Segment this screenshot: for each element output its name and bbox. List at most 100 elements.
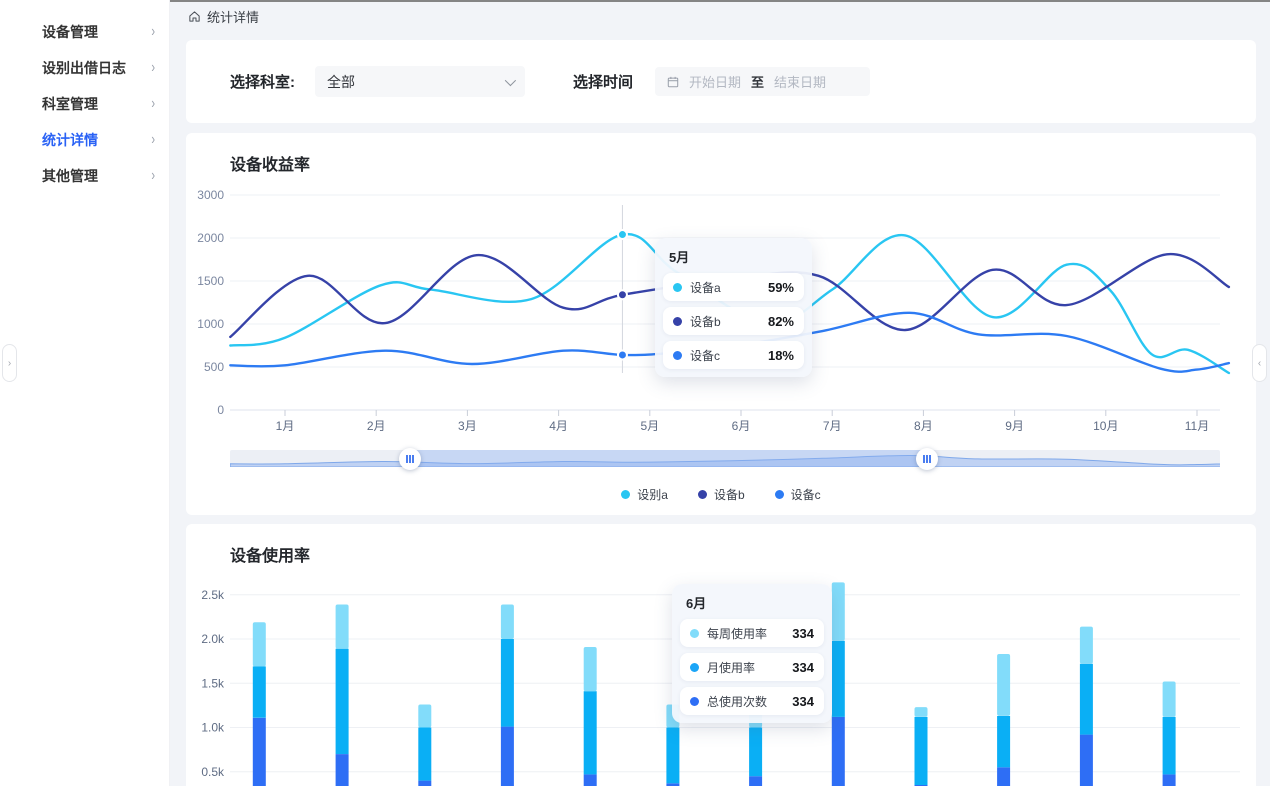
sidebar-item-3[interactable]: 科室管理 › bbox=[0, 86, 169, 122]
line-chart-legend: 设别a 设备b 设备c bbox=[186, 486, 1256, 503]
series-dot-icon bbox=[690, 697, 699, 706]
tooltip-series-label: 设备a bbox=[690, 279, 721, 296]
tooltip-row: 月使用率 334 bbox=[680, 653, 824, 681]
window-top-edge bbox=[170, 0, 1270, 2]
tooltip-series-label: 设备b bbox=[690, 313, 721, 330]
brush-selected-range[interactable] bbox=[410, 450, 927, 467]
svg-text:1500: 1500 bbox=[197, 274, 224, 288]
svg-text:9月: 9月 bbox=[1005, 419, 1024, 433]
sidebar-item-label: 统计详情 bbox=[42, 130, 98, 150]
tooltip-series-label: 月使用率 bbox=[707, 659, 755, 676]
sidebar-nav: 设备管理 › 设别出借日志 › 科室管理 › 统计详情 › 其他管理 › bbox=[0, 14, 169, 194]
svg-text:0: 0 bbox=[217, 403, 224, 417]
start-date-input[interactable]: 开始日期 bbox=[689, 72, 741, 91]
tooltip-series-value: 59% bbox=[768, 280, 794, 295]
tooltip-row: 总使用次数334 bbox=[680, 687, 824, 715]
tooltip-header: 5月 bbox=[669, 247, 804, 266]
svg-text:1.5k: 1.5k bbox=[201, 676, 225, 690]
department-select-value: 全部 bbox=[327, 72, 355, 92]
tooltip-row: 设备a 59% bbox=[663, 273, 804, 301]
bar-chart-tooltip: 6月 每周使用率 334 月使用率 334 总使用次数334 bbox=[672, 584, 832, 723]
chevron-right-icon: › bbox=[151, 132, 155, 149]
series-dot-icon bbox=[673, 317, 682, 326]
chevron-right-icon: › bbox=[151, 168, 155, 185]
line-chart-tooltip: 5月 设备a 59% 设备b 82% 设备c 18% bbox=[655, 238, 812, 377]
svg-text:2月: 2月 bbox=[367, 419, 386, 433]
breadcrumb-title: 统计详情 bbox=[207, 7, 259, 26]
data-zoom-brush[interactable] bbox=[230, 450, 1220, 467]
legend-item-1[interactable]: 设别a bbox=[621, 486, 668, 503]
svg-text:2.0k: 2.0k bbox=[201, 632, 225, 646]
chevron-right-icon: › bbox=[151, 24, 155, 41]
legend-dot-icon bbox=[775, 490, 784, 499]
usage-chart-card: 设备使用率 0.5k1.0k1.5k2.0k2.5k 6月 每周使用率334月使… bbox=[186, 524, 1256, 786]
legend-label: 设备b bbox=[714, 486, 745, 503]
sidebar-item-label: 科室管理 bbox=[42, 94, 98, 114]
tooltip-series-value: 334 bbox=[792, 626, 814, 641]
revenue-chart-card: 设备收益率 050010001500200030001月2月3月4月5月6月7月… bbox=[186, 133, 1256, 515]
time-filter-label: 选择时间 bbox=[573, 71, 633, 92]
legend-item-2[interactable]: 设备b bbox=[698, 486, 745, 503]
chevron-right-icon: › bbox=[151, 60, 155, 77]
chevron-right-icon: › bbox=[151, 96, 155, 113]
series-dot-icon bbox=[690, 629, 699, 638]
svg-text:3月: 3月 bbox=[458, 419, 477, 433]
sidebar-item-5[interactable]: 其他管理 › bbox=[0, 158, 169, 194]
sidebar-item-label: 设别出借日志 bbox=[42, 58, 126, 78]
svg-text:1000: 1000 bbox=[197, 317, 224, 331]
tooltip-series-label: 每周使用率 bbox=[707, 625, 767, 642]
calendar-icon bbox=[667, 76, 679, 88]
chevron-down-icon bbox=[505, 74, 516, 85]
end-date-input[interactable]: 结束日期 bbox=[774, 72, 826, 91]
tooltip-series-label: 总使用次数 bbox=[707, 693, 767, 710]
sidebar-item-4[interactable]: 统计详情 › bbox=[0, 122, 169, 158]
sidebar-item-1[interactable]: 设备管理 › bbox=[0, 14, 169, 50]
filter-card: 选择科室: 全部 选择时间 开始日期 至 结束日期 bbox=[186, 40, 1256, 123]
svg-text:4月: 4月 bbox=[549, 419, 568, 433]
tooltip-row: 设备b 82% bbox=[663, 307, 804, 335]
tooltip-series-label: 设备c bbox=[690, 347, 720, 364]
sidebar: 设备管理 › 设别出借日志 › 科室管理 › 统计详情 › 其他管理 › bbox=[0, 0, 170, 786]
tooltip-series-value: 334 bbox=[792, 660, 814, 675]
date-range-separator: 至 bbox=[751, 72, 764, 91]
department-select[interactable]: 全部 bbox=[315, 66, 525, 97]
sidebar-expand-button[interactable]: › bbox=[2, 344, 17, 382]
svg-text:2000: 2000 bbox=[197, 231, 224, 245]
svg-text:2.5k: 2.5k bbox=[201, 588, 225, 602]
tooltip-series-value: 82% bbox=[768, 314, 794, 329]
tooltip-series-value: 18% bbox=[768, 348, 794, 363]
date-range-picker[interactable]: 开始日期 至 结束日期 bbox=[655, 67, 870, 96]
department-filter-label: 选择科室: bbox=[230, 71, 295, 92]
svg-text:8月: 8月 bbox=[914, 419, 933, 433]
legend-label: 设备c bbox=[791, 486, 821, 503]
series-dot-icon bbox=[673, 283, 682, 292]
series-dot-icon bbox=[690, 663, 699, 672]
panel-collapse-button[interactable]: ‹ bbox=[1252, 344, 1267, 382]
legend-dot-icon bbox=[698, 490, 707, 499]
brush-right-handle[interactable] bbox=[916, 448, 938, 470]
svg-text:10月: 10月 bbox=[1093, 419, 1118, 433]
svg-text:6月: 6月 bbox=[732, 419, 751, 433]
svg-text:5月: 5月 bbox=[640, 419, 659, 433]
series-dot-icon bbox=[673, 351, 682, 360]
svg-text:11月: 11月 bbox=[1185, 419, 1209, 433]
tooltip-header: 6月 bbox=[686, 593, 824, 612]
tooltip-row: 每周使用率 334 bbox=[680, 619, 824, 647]
legend-label: 设别a bbox=[637, 486, 668, 503]
sidebar-item-2[interactable]: 设别出借日志 › bbox=[0, 50, 169, 86]
svg-text:3000: 3000 bbox=[197, 188, 224, 202]
breadcrumb: 统计详情 bbox=[170, 0, 1270, 32]
main-content: 统计详情 选择科室: 全部 选择时间 开始日期 至 结束日期 设备收益率 050… bbox=[170, 0, 1270, 786]
home-icon bbox=[188, 10, 201, 23]
sidebar-item-label: 其他管理 bbox=[42, 166, 98, 186]
legend-dot-icon bbox=[621, 490, 630, 499]
svg-text:500: 500 bbox=[204, 360, 224, 374]
tooltip-row: 设备c 18% bbox=[663, 341, 804, 369]
svg-text:0.5k: 0.5k bbox=[201, 765, 225, 779]
sidebar-item-label: 设备管理 bbox=[42, 22, 98, 42]
svg-text:7月: 7月 bbox=[823, 419, 842, 433]
brush-left-handle[interactable] bbox=[399, 448, 421, 470]
svg-text:1.0k: 1.0k bbox=[201, 721, 225, 735]
legend-item-3[interactable]: 设备c bbox=[775, 486, 821, 503]
svg-text:1月: 1月 bbox=[276, 419, 295, 433]
